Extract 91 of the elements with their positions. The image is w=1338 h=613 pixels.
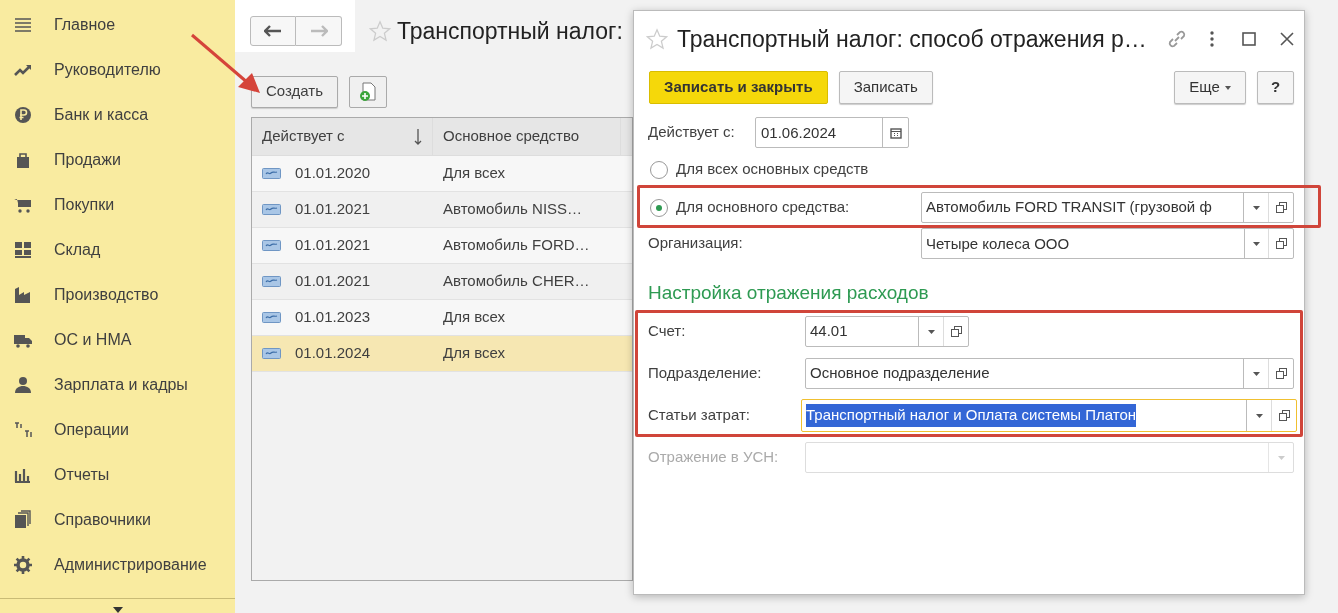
open-window-icon: [1275, 368, 1287, 379]
record-icon: [262, 240, 281, 251]
close-icon[interactable]: [1280, 32, 1294, 46]
asset-field[interactable]: Автомобиль FORD TRANSIT (грузовой ф: [921, 192, 1294, 223]
sidebar-item[interactable]: Справочники: [0, 497, 235, 542]
record-icon: [262, 348, 281, 359]
more-icon[interactable]: [1210, 31, 1214, 47]
document-add-icon: [359, 81, 377, 102]
table-cell-text: Для всех: [443, 163, 505, 184]
date-field[interactable]: 01.06.2024: [755, 117, 909, 148]
sidebar-item[interactable]: Главное: [0, 2, 235, 47]
field-label: Действует с:: [648, 122, 736, 143]
caret-icon: [1224, 85, 1231, 90]
help-button[interactable]: ?: [1257, 71, 1294, 104]
person-icon: [13, 374, 33, 395]
open-window-icon: [1275, 202, 1287, 213]
select-field[interactable]: Транспортный налог и Оплата системы Платон: [801, 399, 1297, 432]
save-and-close-button[interactable]: Записать и закрыть: [649, 71, 828, 104]
radio-option[interactable]: Для всех основных средств: [650, 158, 869, 181]
grid-icon: [13, 239, 33, 260]
table-cell-text: Автомобиль FORD…: [443, 235, 590, 256]
record-icon: [262, 168, 281, 179]
column-header[interactable]: Основное средство: [433, 118, 621, 155]
table-cell-text: 01.01.2020: [295, 163, 371, 184]
create-button[interactable]: Создать: [251, 75, 338, 108]
table-row[interactable]: 01.01.2024 Для всех: [252, 336, 632, 372]
column-header[interactable]: Действует с: [252, 118, 433, 155]
open-window-icon: [950, 326, 962, 337]
coin-icon: [13, 104, 33, 125]
field-label: Организация:: [648, 233, 744, 254]
save-button[interactable]: Записать: [838, 71, 933, 104]
select-field[interactable]: 44.01: [805, 316, 969, 347]
left-arrow-icon: [264, 25, 282, 38]
sidebar-item[interactable]: Производство: [0, 272, 235, 317]
record-icon: [262, 312, 281, 323]
caret-icon: [1252, 371, 1260, 376]
record-icon: [262, 276, 281, 287]
star-icon[interactable]: [369, 20, 391, 43]
field-label: Счет:: [648, 321, 687, 342]
field-label: Подразделение:: [648, 363, 763, 384]
caret-icon: [1252, 205, 1260, 210]
radio-option[interactable]: Для основного средства:: [650, 196, 921, 219]
open-window-icon: [1278, 410, 1290, 421]
field-label: Отражение в УСН:: [648, 447, 780, 468]
settings-icon: [13, 554, 33, 575]
caret-icon: [1277, 455, 1285, 460]
table-cell-text: 01.01.2021: [295, 235, 371, 256]
maximize-icon[interactable]: [1242, 32, 1256, 46]
table-cell-text: Для всех: [443, 343, 505, 364]
more-button[interactable]: Еще: [1174, 71, 1246, 104]
annotation-arrow: [190, 33, 262, 95]
open-window-icon: [1275, 238, 1287, 249]
sidebar-item[interactable]: Руководителю: [0, 47, 235, 92]
table-cell-text: 01.01.2021: [295, 271, 371, 292]
table-cell-text: 01.01.2023: [295, 307, 371, 328]
add-document-button[interactable]: [349, 75, 387, 108]
sidebar-item[interactable]: Продажи: [0, 137, 235, 182]
table-cell-text: Автомобиль CHER…: [443, 271, 590, 292]
back-button[interactable]: [250, 16, 296, 47]
books-icon: [13, 509, 33, 530]
record-icon: [262, 204, 281, 215]
sidebar-item[interactable]: Операции: [0, 407, 235, 452]
table-row[interactable]: 01.01.2020 Для всех: [252, 156, 632, 192]
table-cell-text: Для всех: [443, 307, 505, 328]
sidebar-item[interactable]: Банк и касса: [0, 92, 235, 137]
table-cell-text: Автомобиль NISS…: [443, 199, 583, 220]
organization-field[interactable]: Четыре колеса ООО: [921, 228, 1294, 259]
select-field[interactable]: Основное подразделение: [805, 358, 1294, 389]
table-row[interactable]: 01.01.2021 Автомобиль FORD…: [252, 228, 632, 264]
dialog-title: Транспортный налог: способ отражения р…: [677, 24, 1147, 54]
calendar-icon: [889, 126, 902, 139]
table-cell-text: 01.01.2024: [295, 343, 371, 364]
sidebar-item[interactable]: ОС и НМА: [0, 317, 235, 362]
field-label: Статьи затрат:: [648, 405, 751, 426]
table-cell-text: 01.01.2021: [295, 199, 371, 220]
right-arrow-icon: [309, 25, 328, 38]
caret-down-icon[interactable]: [112, 607, 123, 613]
section-title: Настройка отражения расходов: [647, 281, 930, 305]
table-row[interactable]: 01.01.2023 Для всех: [252, 300, 632, 336]
caret-icon: [1255, 413, 1263, 418]
link-icon[interactable]: [1166, 28, 1188, 50]
sidebar-item[interactable]: Склад: [0, 227, 235, 272]
sidebar-item[interactable]: Отчеты: [0, 452, 235, 497]
sidebar-item[interactable]: Администрирование: [0, 542, 235, 587]
caret-icon: [927, 329, 935, 334]
caret-icon: [1253, 241, 1260, 246]
sidebar-item[interactable]: Зарплата и кадры: [0, 362, 235, 407]
factory-icon: [13, 284, 33, 305]
window-title: Транспортный налог:: [397, 17, 623, 46]
star-icon[interactable]: [646, 28, 668, 50]
sidebar-item[interactable]: Покупки: [0, 182, 235, 227]
